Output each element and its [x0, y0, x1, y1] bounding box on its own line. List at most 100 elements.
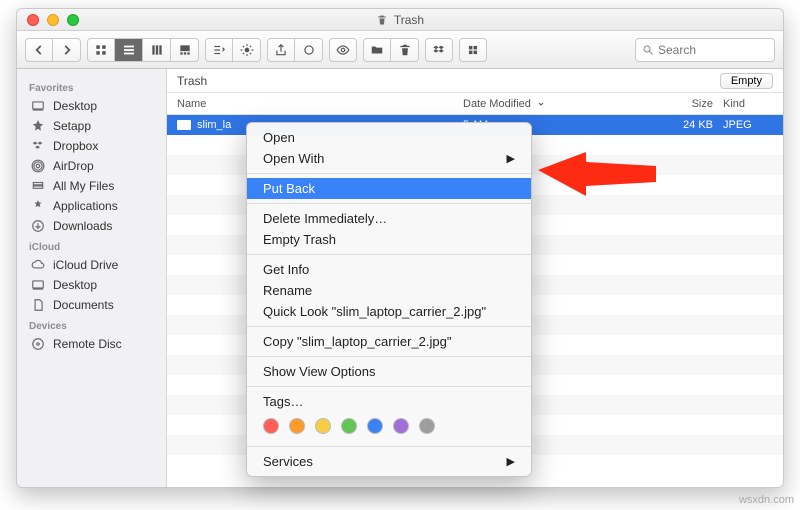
window-title-text: Trash	[394, 13, 424, 27]
sidebar-item-label: Documents	[53, 298, 114, 312]
sidebar-item-airdrop[interactable]: AirDrop	[17, 156, 166, 176]
sidebar-item-setapp[interactable]: Setapp	[17, 116, 166, 136]
tag-red[interactable]	[263, 418, 279, 434]
menu-item-open[interactable]: Open	[247, 127, 531, 148]
sidebar-heading-icloud: iCloud	[17, 236, 166, 255]
menu-separator	[247, 326, 531, 327]
arrange-button[interactable]	[205, 38, 233, 62]
file-kind: JPEG	[723, 119, 773, 131]
column-headers: Name Date Modified Size Kind	[167, 93, 783, 115]
dropbox-toolbar-button[interactable]	[425, 38, 453, 62]
list-view-button[interactable]	[115, 38, 143, 62]
icon-view-button[interactable]	[87, 38, 115, 62]
menu-item-put-back[interactable]: Put Back	[247, 178, 531, 199]
sidebar-item-all-my-files[interactable]: All My Files	[17, 176, 166, 196]
sidebar-item-icloud-drive[interactable]: iCloud Drive	[17, 255, 166, 275]
menu-item-quick-look[interactable]: Quick Look "slim_laptop_carrier_2.jpg"	[247, 301, 531, 322]
tag-blue[interactable]	[367, 418, 383, 434]
menu-separator	[247, 173, 531, 174]
share-buttons	[267, 38, 323, 62]
menu-item-rename[interactable]: Rename	[247, 280, 531, 301]
tag-green[interactable]	[341, 418, 357, 434]
tags-button[interactable]	[295, 38, 323, 62]
traffic-lights	[27, 14, 79, 26]
share-button[interactable]	[267, 38, 295, 62]
menu-separator	[247, 203, 531, 204]
menu-separator	[247, 356, 531, 357]
sidebar: Favorites Desktop Setapp Dropbox AirDrop…	[17, 69, 167, 487]
search-icon	[642, 44, 654, 56]
menu-item-tags[interactable]: Tags…	[247, 391, 531, 412]
gallery-view-button[interactable]	[171, 38, 199, 62]
titlebar: Trash	[17, 9, 783, 31]
search-input[interactable]	[658, 43, 768, 57]
file-thumbnail	[177, 120, 191, 130]
sidebar-item-label: Applications	[53, 199, 118, 213]
tag-yellow[interactable]	[315, 418, 331, 434]
column-name[interactable]: Name	[177, 98, 463, 110]
sidebar-item-desktop[interactable]: Desktop	[17, 96, 166, 116]
sidebar-item-dropbox[interactable]: Dropbox	[17, 136, 166, 156]
sidebar-item-icloud-desktop[interactable]: Desktop	[17, 275, 166, 295]
column-date-modified[interactable]: Date Modified	[463, 98, 663, 110]
sidebar-item-downloads[interactable]: Downloads	[17, 216, 166, 236]
nav-buttons	[25, 38, 81, 62]
sidebar-item-label: iCloud Drive	[53, 258, 118, 272]
view-buttons	[87, 38, 199, 62]
sidebar-item-label: Dropbox	[53, 139, 98, 153]
menu-separator	[247, 446, 531, 447]
file-size: 24 KB	[663, 119, 723, 131]
quicklook-button[interactable]	[329, 38, 357, 62]
sidebar-item-applications[interactable]: Applications	[17, 196, 166, 216]
menu-item-open-with[interactable]: Open With▶	[247, 148, 531, 169]
menu-item-delete-immediately[interactable]: Delete Immediately…	[247, 208, 531, 229]
watermark: wsxdn.com	[739, 494, 794, 506]
submenu-arrow-icon: ▶	[507, 455, 515, 468]
sidebar-item-label: AirDrop	[53, 159, 94, 173]
close-window-button[interactable]	[27, 14, 39, 26]
new-folder-button[interactable]	[363, 38, 391, 62]
tag-orange[interactable]	[289, 418, 305, 434]
empty-trash-button[interactable]: Empty	[720, 73, 773, 89]
maximize-window-button[interactable]	[67, 14, 79, 26]
trash-button[interactable]	[391, 38, 419, 62]
annotation-arrow	[538, 142, 658, 222]
toolbar	[17, 31, 783, 69]
sidebar-item-remote-disc[interactable]: Remote Disc	[17, 334, 166, 354]
sidebar-heading-devices: Devices	[17, 315, 166, 334]
sidebar-item-documents[interactable]: Documents	[17, 295, 166, 315]
menu-item-services[interactable]: Services▶	[247, 451, 531, 472]
sidebar-item-label: All My Files	[53, 179, 114, 193]
sidebar-heading-favorites: Favorites	[17, 77, 166, 96]
tag-gray[interactable]	[419, 418, 435, 434]
menu-separator	[247, 254, 531, 255]
minimize-window-button[interactable]	[47, 14, 59, 26]
sidebar-item-label: Remote Disc	[53, 337, 122, 351]
action-button[interactable]	[233, 38, 261, 62]
sidebar-item-label: Setapp	[53, 119, 91, 133]
arrange-buttons	[205, 38, 261, 62]
connect-button[interactable]	[459, 38, 487, 62]
tag-color-row	[247, 412, 531, 442]
trash-icon	[376, 14, 388, 26]
column-size[interactable]: Size	[663, 98, 723, 110]
back-button[interactable]	[25, 38, 53, 62]
sidebar-item-label: Desktop	[53, 99, 97, 113]
menu-item-get-info[interactable]: Get Info	[247, 259, 531, 280]
sidebar-item-label: Desktop	[53, 278, 97, 292]
sidebar-item-label: Downloads	[53, 219, 112, 233]
column-view-button[interactable]	[143, 38, 171, 62]
context-menu: Open Open With▶ Put Back Delete Immediat…	[246, 122, 532, 477]
window-title: Trash	[17, 13, 783, 27]
menu-item-empty-trash[interactable]: Empty Trash	[247, 229, 531, 250]
column-kind[interactable]: Kind	[723, 98, 773, 110]
submenu-arrow-icon: ▶	[507, 152, 515, 165]
menu-separator	[247, 386, 531, 387]
search-field[interactable]	[635, 38, 775, 62]
forward-button[interactable]	[53, 38, 81, 62]
menu-item-show-view-options[interactable]: Show View Options	[247, 361, 531, 382]
file-name: slim_la	[197, 119, 231, 131]
pathbar: Trash Empty	[167, 69, 783, 93]
menu-item-copy[interactable]: Copy "slim_laptop_carrier_2.jpg"	[247, 331, 531, 352]
tag-purple[interactable]	[393, 418, 409, 434]
